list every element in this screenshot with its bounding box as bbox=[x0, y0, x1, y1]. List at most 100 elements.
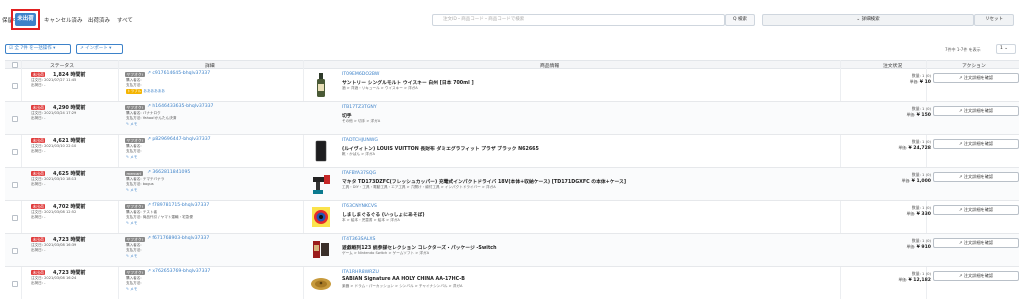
product-code-link[interactable]: IT4T363SALXS bbox=[342, 237, 375, 242]
product-thumbnail bbox=[310, 204, 332, 230]
product-code-link[interactable]: IT63CNYNKCVS bbox=[342, 204, 377, 209]
elapsed-hours: 4,723 時間前 bbox=[53, 270, 86, 276]
detail-search-button[interactable]: ⌄ 詳細検索 bbox=[762, 14, 974, 26]
memo-link[interactable]: ✎ メモ bbox=[126, 155, 137, 160]
unit-price-label: 単価: bbox=[909, 79, 919, 84]
memo-text: ✎ メモ bbox=[126, 188, 138, 192]
payment-method: 支払方法: bbox=[126, 83, 142, 87]
elapsed-hours: 4,723 時間前 bbox=[53, 237, 86, 243]
memo-link[interactable]: トラブル ああああああ bbox=[126, 89, 165, 94]
row-checkbox[interactable] bbox=[12, 215, 18, 221]
order-detail-button[interactable]: ↗ 注文詳細を確認 bbox=[933, 73, 1019, 83]
tab-unshipped[interactable]: 未出荷 bbox=[15, 13, 36, 26]
status-badge: 未出荷 bbox=[31, 171, 46, 176]
memo-link[interactable]: ✎ メモ bbox=[126, 287, 137, 292]
product-thumbnail bbox=[310, 171, 332, 197]
product-code-link[interactable]: ITADTCHJUNWG bbox=[342, 138, 378, 143]
header-order-status: 注文状況 bbox=[883, 64, 903, 69]
pagination-summary: 7件中 1-7件 を表示 bbox=[945, 47, 981, 52]
order-id-link[interactable]: ↗ h1646433635-bhqlv37337 bbox=[147, 104, 213, 109]
order-id-link[interactable]: ↗ f671768903-bhqlv37337 bbox=[147, 236, 209, 241]
order-id-link[interactable]: ↗ 3662811841095 bbox=[147, 170, 190, 175]
product-category: その他 > 切手 > 洋ガA bbox=[342, 119, 381, 123]
order-id-link[interactable]: ↗ p829696447-bhqlv37337 bbox=[147, 137, 211, 142]
unit-price-value: ¥ 330 bbox=[916, 212, 931, 217]
row-checkbox[interactable] bbox=[12, 281, 18, 287]
product-code-link[interactable]: IT09EM6DO2BW bbox=[342, 72, 379, 77]
elapsed-hours: 4,621 時間前 bbox=[53, 138, 86, 144]
order-id-link[interactable]: ↗ f789781715-bhqlv37337 bbox=[147, 203, 209, 208]
order-id-link[interactable]: ↗ x762653769-bhqlv37337 bbox=[147, 269, 210, 274]
table-row: 未出荷 4,290 時間前 注文日: 2021/03/24 17:29 出荷日:… bbox=[5, 102, 1019, 135]
unit-price-value: ¥ 910 bbox=[916, 245, 931, 250]
payment-method: 支払方法: Yahoo!かんたん決済 bbox=[126, 116, 177, 120]
row-checkbox[interactable] bbox=[12, 116, 18, 122]
unit-price-value: ¥ 1,000 bbox=[911, 179, 931, 184]
row-checkbox[interactable] bbox=[12, 182, 18, 188]
unit-price-value: ¥ 12,182 bbox=[908, 278, 931, 283]
unit-price-value: ¥ 150 bbox=[916, 113, 931, 118]
order-detail-button[interactable]: ↗ 注文詳細を確認 bbox=[933, 271, 1019, 281]
product-code-link[interactable]: ITB17TZ3TGNY bbox=[342, 105, 377, 110]
elapsed-hours: 4,702 時間前 bbox=[53, 204, 86, 210]
order-detail-button[interactable]: ↗ 注文詳細を確認 bbox=[933, 106, 1019, 116]
order-id: c917614645-bhqlv37337 bbox=[152, 71, 211, 76]
unit-price-value: ¥ 10 bbox=[919, 80, 931, 85]
row-checkbox[interactable] bbox=[12, 149, 18, 155]
ship-date: 出荷日: - bbox=[31, 83, 46, 87]
table-row: 未出荷 1,824 時間前 注文日: 2021/07/27 11:45 出荷日:… bbox=[5, 69, 1019, 102]
unit-price: 単価: ¥ 330 bbox=[907, 211, 931, 217]
channel-tag: ヤフオク! bbox=[125, 105, 145, 110]
memo-link[interactable]: ✎ メモ bbox=[126, 221, 137, 226]
row-checkbox[interactable] bbox=[12, 83, 18, 89]
product-thumbnail bbox=[310, 72, 332, 98]
memo-link[interactable]: ✎ メモ bbox=[126, 122, 137, 127]
product-thumbnail bbox=[310, 270, 332, 296]
elapsed-hours: 4,625 時間前 bbox=[53, 171, 86, 177]
select-all-checkbox[interactable] bbox=[12, 62, 18, 68]
product-category: 工具・DIY・工具・電動工具・エア工具 > 穴開け・締付工具 > インパクトドラ… bbox=[342, 185, 496, 189]
order-id: h1646433635-bhqlv37337 bbox=[152, 104, 214, 109]
order-id-link[interactable]: ↗ c917614645-bhqlv37337 bbox=[147, 71, 210, 76]
unit-price: 単価: ¥ 12,182 bbox=[898, 277, 931, 283]
product-category: ゲーム > Nintendo Switch > ゲームソフト > 洋ガA bbox=[342, 251, 430, 255]
product-category: 本 > 絵本・児童書 > 絵本 > 洋ガA bbox=[342, 218, 400, 222]
product-code-link[interactable]: ITA1RHR8WRZU bbox=[342, 270, 379, 275]
memo-text: ✎ メモ bbox=[126, 122, 138, 126]
memo-text: ✎ メモ bbox=[126, 155, 138, 159]
memo-link[interactable]: ✎ メモ bbox=[126, 188, 137, 193]
channel-tag: ヤフオク! bbox=[125, 237, 145, 242]
unit-price-value: ¥ 24,728 bbox=[908, 146, 931, 151]
payment-method: 支払方法: 商品代引 / ヤマト運輸・宅急便 bbox=[126, 215, 193, 219]
tab-cancelled[interactable]: キャンセル済み bbox=[44, 16, 83, 24]
memo-link[interactable]: ✎ メモ bbox=[126, 254, 137, 259]
search-button[interactable]: Q 検索 bbox=[725, 14, 755, 26]
product-name: 切手 bbox=[342, 114, 352, 119]
reset-button[interactable]: リセット bbox=[974, 14, 1014, 26]
memo-text: ああああああ bbox=[143, 89, 165, 93]
product-name: サントリー シングルモルト ウイスキー 白州 [日本 700ml ] bbox=[342, 81, 474, 86]
product-code-link[interactable]: ITAFBYA37SQG bbox=[342, 171, 376, 176]
import-button[interactable]: ↗ インポート ▾ bbox=[76, 44, 123, 54]
ship-date: 出荷日: - bbox=[31, 281, 46, 285]
unit-price-label: 単価: bbox=[906, 211, 916, 216]
channel-tag: ヤフオク! bbox=[125, 270, 145, 275]
product-category: 靴・かばん > 洋ガA bbox=[342, 152, 375, 156]
status-badge: 未出荷 bbox=[31, 72, 46, 77]
page-select[interactable]: 1 ⌄ bbox=[996, 44, 1016, 54]
status-badge: 未出荷 bbox=[31, 204, 46, 209]
order-detail-button[interactable]: ↗ 注文詳細を確認 bbox=[933, 172, 1019, 182]
order-id: p829696447-bhqlv37337 bbox=[152, 137, 211, 142]
table-row: 未出荷 4,621 時間前 注文日: 2021/03/10 22:10 出荷日:… bbox=[5, 135, 1019, 168]
search-input[interactable]: 注文ID・商品コード・商品コードで検索 bbox=[432, 14, 725, 26]
order-detail-button[interactable]: ↗ 注文詳細を確認 bbox=[933, 139, 1019, 149]
status-badge: 未出荷 bbox=[31, 105, 46, 110]
tab-all[interactable]: すべて bbox=[117, 16, 133, 24]
row-checkbox[interactable] bbox=[12, 248, 18, 254]
bulk-action-button[interactable]: ☑ 全 7件 を一括操作 ▾ bbox=[5, 44, 71, 54]
order-detail-button[interactable]: ↗ 注文詳細を確認 bbox=[933, 205, 1019, 215]
tab-shipped[interactable]: 出荷済み bbox=[88, 16, 110, 24]
order-id: 3662811841095 bbox=[152, 170, 191, 175]
status-badge: 未出荷 bbox=[31, 237, 46, 242]
order-detail-button[interactable]: ↗ 注文詳細を確認 bbox=[933, 238, 1019, 248]
